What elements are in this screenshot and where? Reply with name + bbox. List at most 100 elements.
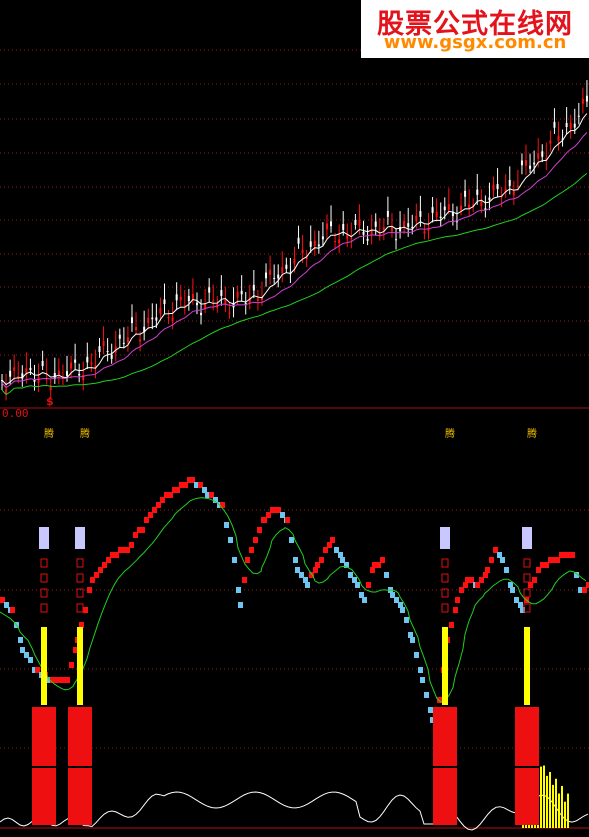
candle-body: [183, 305, 186, 307]
candle-body: [200, 312, 203, 316]
candle-body: [492, 184, 495, 191]
candle-body: [395, 239, 398, 241]
candle-body: [525, 159, 528, 166]
candle-body: [256, 298, 259, 301]
indicator-step-mark: [570, 552, 575, 558]
candle-body: [541, 151, 544, 157]
candle-body: [585, 95, 588, 102]
signal-label-1: 腾: [44, 429, 54, 440]
indicator-step-mark: [500, 557, 505, 563]
candle-body: [281, 267, 284, 274]
candle-body: [191, 294, 194, 300]
indicator-step-mark: [410, 637, 415, 643]
candle-body: [508, 179, 511, 186]
signal-dot: [40, 558, 48, 568]
candle-body: [122, 342, 125, 344]
signal-dot: [441, 573, 449, 583]
indicator-step-mark: [485, 567, 490, 573]
candle-body: [228, 312, 231, 314]
indicator-step-mark: [236, 587, 241, 593]
candle-body: [358, 219, 361, 226]
candle-body: [382, 227, 385, 231]
histogram-bar: [546, 775, 548, 828]
candle-body: [431, 207, 434, 213]
signal-column: [524, 627, 530, 705]
candle-body: [65, 371, 68, 376]
candle-body: [390, 226, 393, 232]
indicator-step-mark: [453, 607, 458, 613]
candle-body: [366, 238, 369, 241]
candle-body: [468, 204, 471, 209]
candle-body: [252, 284, 255, 291]
candle-body: [139, 339, 142, 342]
candle-body: [346, 234, 349, 239]
signal-label-3: 腾: [445, 429, 455, 440]
candle-body: [126, 337, 129, 343]
stock-chart: [0, 49, 589, 831]
candle-body: [569, 122, 572, 129]
candle-body: [317, 244, 320, 247]
candle-body: [49, 386, 52, 391]
indicator-step-mark: [285, 517, 290, 523]
watermark-url: www.gsgx.com.cn: [383, 32, 567, 53]
indicator-step-mark: [532, 577, 537, 583]
candle-body: [297, 237, 300, 244]
indicator-zero-label: 0.00: [2, 407, 29, 420]
candle-body: [516, 185, 519, 187]
signal-column: [442, 627, 448, 705]
indicator-step-mark: [489, 557, 494, 563]
candle-body: [208, 287, 211, 293]
candle-body: [187, 295, 190, 302]
candle-body: [321, 236, 324, 240]
candle-body: [512, 191, 515, 196]
indicator-step-mark: [330, 537, 335, 543]
indicator-step-mark: [87, 587, 92, 593]
candle-body: [236, 291, 239, 298]
indicator-step-mark: [504, 567, 509, 573]
indicator-step-mark: [10, 607, 15, 613]
candle-body: [151, 317, 154, 320]
indicator-step-mark: [253, 537, 258, 543]
candle-body: [9, 370, 12, 377]
indicator-step-mark: [510, 587, 515, 593]
candle-body: [265, 272, 268, 279]
candle-body: [195, 302, 198, 306]
candle-body: [130, 317, 133, 324]
candle-body: [488, 197, 491, 201]
candle-body: [167, 317, 170, 319]
signal-dot: [441, 558, 449, 568]
indicator-step-mark: [257, 527, 262, 533]
histogram-bar: [567, 793, 569, 828]
indicator-step-mark: [414, 652, 419, 658]
indicator-step-mark: [242, 577, 247, 583]
signal-column: [77, 627, 83, 705]
indicator-step-mark: [305, 582, 310, 588]
histogram-bar: [543, 765, 545, 828]
candle-body: [86, 356, 89, 363]
signal-cap: [440, 527, 450, 549]
indicator-step-mark: [18, 637, 23, 643]
candle-body: [537, 153, 540, 159]
indicator-step-mark: [366, 582, 371, 588]
candle-body: [70, 362, 73, 369]
indicator-step-mark: [69, 662, 74, 668]
indicator-step-mark: [140, 527, 145, 533]
indicator-step-mark: [245, 557, 250, 563]
candle-body: [224, 299, 227, 304]
candle-body: [240, 290, 243, 295]
candle-body: [350, 238, 353, 240]
indicator-step-mark: [455, 597, 460, 603]
candle-body: [57, 370, 60, 375]
candle-body: [273, 278, 276, 280]
signal-dot: [40, 603, 48, 613]
candle-body: [553, 121, 556, 128]
indicator-step-mark: [224, 522, 229, 528]
candle-body: [447, 204, 450, 211]
indicator-step-mark: [238, 602, 243, 608]
candle-body: [330, 221, 333, 227]
candle-body: [476, 189, 479, 195]
histogram-bar: [555, 778, 557, 828]
candle-body: [565, 122, 568, 128]
candle-body: [374, 221, 377, 227]
candle-body: [362, 231, 365, 235]
